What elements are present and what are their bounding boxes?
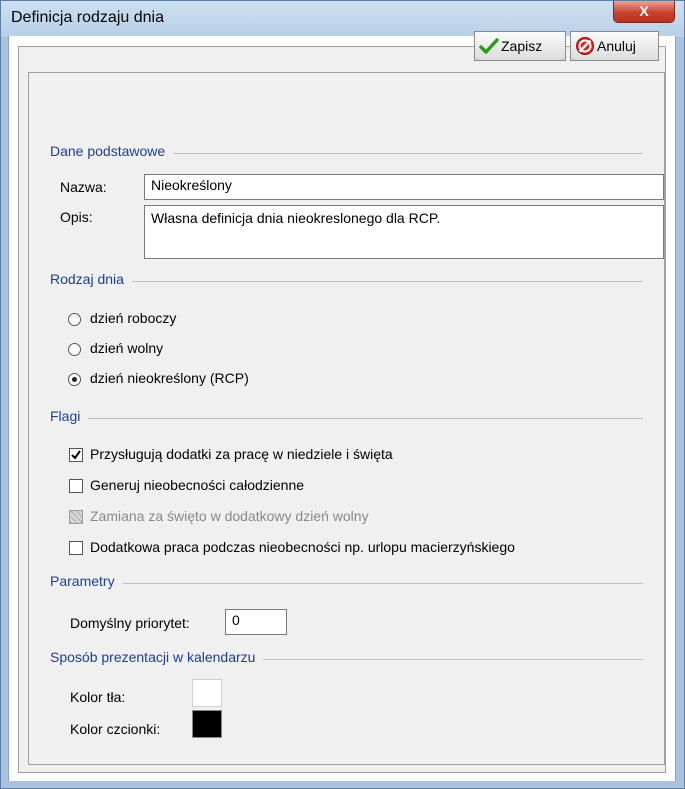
- checkbox-holiday-swap-label: Zamiana za święto w dodatkowy dzień woln…: [90, 508, 369, 524]
- save-button[interactable]: Zapisz: [474, 31, 566, 61]
- checkbox-full-day-absence[interactable]: [69, 479, 83, 493]
- section-title-flags: Flagi: [50, 408, 89, 424]
- radio-workday[interactable]: [68, 313, 81, 326]
- font-color-swatch[interactable]: [192, 710, 222, 738]
- priority-field[interactable]: 0: [225, 609, 287, 635]
- checkmark-icon: [479, 37, 499, 55]
- section-divider: [50, 418, 643, 419]
- checkbox-holiday-bonus[interactable]: [69, 448, 83, 462]
- checkbox-extra-work-absence[interactable]: [69, 541, 83, 555]
- priority-label: Domyślny priorytet:: [70, 615, 190, 631]
- checkbox-holiday-swap: [69, 510, 83, 524]
- checkmark-icon: [71, 450, 81, 460]
- checkbox-full-day-absence-label[interactable]: Generuj nieobecności całodzienne: [90, 477, 304, 493]
- form-panel: Dane podstawowe Nazwa: Nieokreślony Opis…: [28, 72, 665, 765]
- section-title-calendar: Sposób prezentacji w kalendarzu: [50, 649, 264, 665]
- description-label: Opis:: [60, 209, 93, 225]
- bg-color-label: Kolor tła:: [70, 689, 126, 705]
- checkbox-extra-work-absence-label[interactable]: Dodatkowa praca podczas nieobecności np.…: [90, 539, 515, 555]
- section-title-params: Parametry: [50, 573, 123, 589]
- section-title-daytype: Rodzaj dnia: [50, 271, 132, 287]
- font-color-label: Kolor czcionki:: [70, 721, 161, 737]
- cancel-icon: [575, 36, 595, 56]
- checkbox-holiday-bonus-label[interactable]: Przysługują dodatki za pracę w niedziele…: [90, 446, 393, 462]
- section-divider: [50, 281, 643, 282]
- description-field[interactable]: Własna definicja dnia nieokreslonego dla…: [144, 205, 664, 259]
- name-field[interactable]: Nieokreślony: [144, 174, 664, 200]
- cancel-label: Anuluj: [597, 38, 636, 54]
- save-label: Zapisz: [501, 38, 543, 54]
- section-title-basic: Dane podstawowe: [50, 143, 174, 159]
- section-divider: [50, 583, 643, 584]
- radio-workday-label[interactable]: dzień roboczy: [90, 310, 176, 326]
- radio-undefined-day[interactable]: [68, 373, 81, 386]
- cancel-button[interactable]: Anuluj: [570, 31, 659, 61]
- radio-dayoff[interactable]: [68, 343, 81, 356]
- bg-color-swatch[interactable]: [192, 679, 222, 707]
- name-label: Nazwa:: [60, 179, 107, 195]
- close-button[interactable]: X: [613, 1, 675, 23]
- radio-undefined-day-label[interactable]: dzień nieokreślony (RCP): [90, 370, 249, 386]
- radio-dayoff-label[interactable]: dzień wolny: [90, 340, 163, 356]
- window-title: Definicja rodzaju dnia: [11, 9, 164, 26]
